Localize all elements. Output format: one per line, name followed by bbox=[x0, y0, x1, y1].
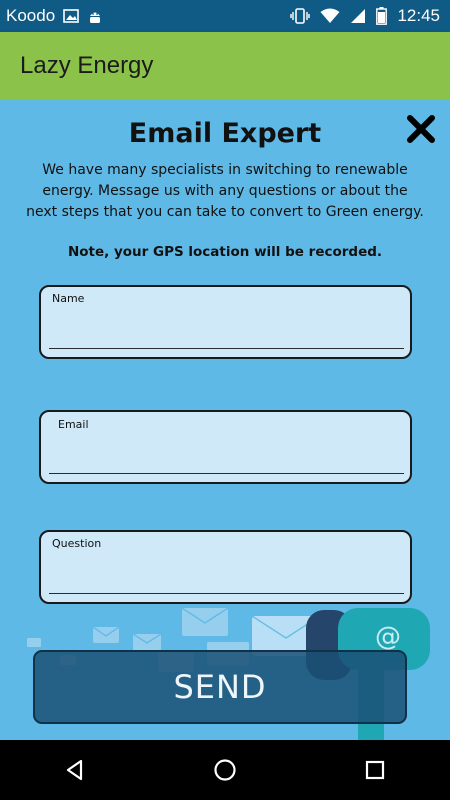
email-label: Email bbox=[58, 418, 89, 431]
email-expert-dialog: Email Expert We have many specialists in… bbox=[0, 100, 450, 740]
app-bar: Lazy Energy bbox=[0, 32, 450, 100]
svg-text:@: @ bbox=[375, 622, 401, 652]
question-input[interactable] bbox=[49, 567, 404, 594]
email-input[interactable] bbox=[49, 447, 404, 474]
intro-text: We have many specialists in switching to… bbox=[26, 162, 424, 220]
name-label: Name bbox=[52, 292, 85, 305]
signal-icon bbox=[350, 8, 366, 24]
back-icon bbox=[66, 759, 83, 781]
gps-note: Note, your GPS location will be recorded… bbox=[67, 244, 383, 260]
back-button[interactable] bbox=[45, 745, 105, 795]
send-button[interactable]: SEND bbox=[33, 650, 407, 724]
name-input[interactable] bbox=[49, 322, 404, 349]
carrier-name: Koodo bbox=[6, 6, 56, 25]
recents-button[interactable] bbox=[345, 745, 405, 795]
wifi-icon bbox=[320, 8, 340, 24]
question-field: Question bbox=[39, 530, 412, 604]
email-field: Email bbox=[39, 410, 412, 484]
navigation-bar bbox=[0, 740, 450, 800]
vibrate-icon bbox=[290, 7, 311, 25]
home-icon bbox=[214, 759, 236, 781]
app-title: Lazy Energy bbox=[20, 52, 154, 79]
android-icon bbox=[87, 8, 103, 24]
question-label: Question bbox=[52, 537, 102, 550]
recents-icon bbox=[365, 760, 385, 780]
status-bar: Koodo 12:45 bbox=[0, 0, 450, 32]
image-icon bbox=[63, 8, 79, 24]
dialog-title: Email Expert bbox=[128, 118, 322, 149]
home-button[interactable] bbox=[195, 745, 255, 795]
name-field: Name bbox=[39, 285, 412, 359]
battery-icon bbox=[376, 7, 388, 25]
clock: 12:45 bbox=[397, 6, 440, 25]
